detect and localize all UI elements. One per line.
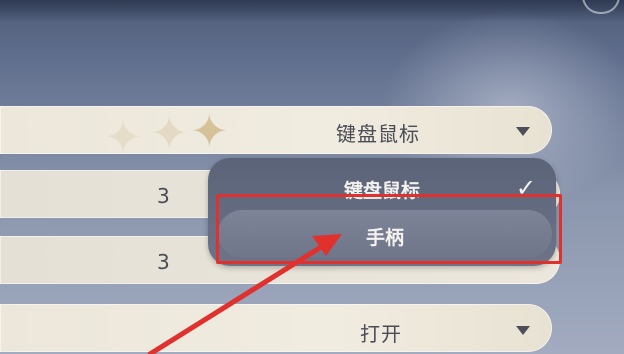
annotation-arrow-icon: [147, 234, 342, 354]
